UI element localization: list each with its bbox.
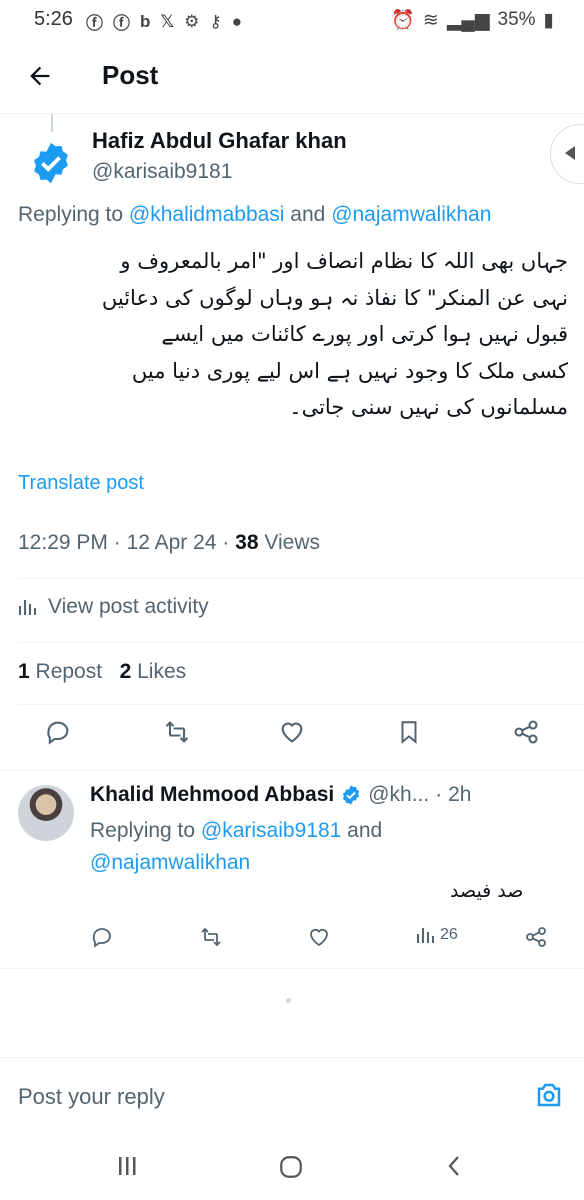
reply-header: Khalid Mehmood Abbasi @kh... · 2h <box>90 783 471 807</box>
divider <box>0 1057 584 1058</box>
status-bar: 5:26 ⓕ ⓕ b 𝕏 ⚙ ⚷ ● ⏰ ≋ ▂▄▆ 35% ▮ <box>0 0 584 40</box>
likes-count: 2 <box>119 660 132 683</box>
avatar[interactable] <box>18 785 74 841</box>
action-bar <box>0 718 584 758</box>
alarm-icon: ⏰ <box>391 10 415 31</box>
author-name[interactable]: Hafiz Abdul Ghafar khan <box>92 128 347 154</box>
settings-icon: ⚙ <box>184 11 200 31</box>
recent-apps-icon[interactable] <box>115 1154 139 1178</box>
notification-icons: ⓕ ⓕ b 𝕏 ⚙ ⚷ ● <box>86 9 242 34</box>
share-icon[interactable] <box>524 925 548 949</box>
wifi-icon: ≋ <box>422 9 439 31</box>
post-body-line: کسی ملک کا وجود نہیں ہے اس لیے پوری دنیا… <box>131 358 568 383</box>
reply-views[interactable]: 26 <box>416 925 458 945</box>
loading-indicator <box>286 998 291 1003</box>
like-icon[interactable] <box>307 925 331 949</box>
bookmark-icon[interactable] <box>396 718 422 746</box>
post-body-line: نہی عن المنکر" کا نفاذ نہ ہو وہاں لوگوں … <box>101 285 568 310</box>
key-icon: ⚷ <box>209 11 222 31</box>
post-meta: 12:29 PM · 12 Apr 24 · 38 Views <box>18 531 320 554</box>
analytics-icon <box>19 600 36 615</box>
divider <box>0 770 584 771</box>
battery-icon: ▮ <box>543 9 554 31</box>
reply-action-bar: 26 <box>0 925 584 957</box>
reply-replying-to: Replying to @karisaib9181 and @najamwalik… <box>90 819 383 874</box>
reply-author-handle[interactable]: @kh... <box>368 783 429 807</box>
views-count: 38 <box>235 531 259 554</box>
status-right: ⏰ ≋ ▂▄▆ 35% ▮ <box>391 8 554 32</box>
camera-icon[interactable] <box>534 1080 564 1110</box>
back-icon[interactable] <box>443 1154 467 1178</box>
facebook-icon: ⓕ <box>113 14 130 33</box>
reply-text: صد فیصد <box>450 880 524 902</box>
divider <box>18 578 584 579</box>
mention-link[interactable]: @khalidmabbasi <box>129 203 285 226</box>
reply-time: · 2h <box>435 783 472 806</box>
post-time: 12:29 PM <box>18 531 108 554</box>
like-icon[interactable] <box>278 718 306 746</box>
translate-post-link[interactable]: Translate post <box>18 472 144 495</box>
verified-badge-icon[interactable] <box>28 140 74 186</box>
page-title: Post <box>102 60 159 90</box>
post-body-line: جہاں بھی اللہ کا نظام انصاف اور "امر بال… <box>120 249 568 273</box>
divider <box>18 704 584 705</box>
chat-icon: ● <box>231 11 243 31</box>
repost-icon[interactable] <box>198 925 224 949</box>
system-nav-bar <box>0 1130 584 1200</box>
reply-author-name[interactable]: Khalid Mehmood Abbasi <box>90 783 334 807</box>
post-date: 12 Apr 24 <box>126 531 217 554</box>
view-activity-label: View post activity <box>48 595 209 618</box>
facebook-icon: ⓕ <box>86 14 103 33</box>
reply-views-count: 26 <box>440 926 458 943</box>
repost-icon[interactable] <box>162 718 192 746</box>
mention-link[interactable]: @najamwalikhan <box>90 851 250 874</box>
mention-link[interactable]: @najamwalikhan <box>331 203 491 226</box>
thread-line <box>51 114 53 132</box>
post-body-line: قبول نہیں ہوا کرتی اور پورے کائنات میں ا… <box>161 322 568 347</box>
post-body-line: مسلمانوں کی نہیں سنی جاتی۔ <box>289 395 568 420</box>
repost-count: 1 <box>18 660 30 683</box>
share-icon[interactable] <box>512 718 540 746</box>
battery-percent: 35% <box>497 9 536 30</box>
engagement-stats[interactable]: 1 Repost 2 Likes <box>18 660 186 684</box>
x-icon: 𝕏 <box>160 11 175 31</box>
b-icon: b <box>140 11 151 31</box>
chevron-left-icon <box>565 146 575 160</box>
back-arrow-icon[interactable] <box>26 62 54 90</box>
divider <box>0 968 584 969</box>
mention-link[interactable]: @karisaib9181 <box>201 819 341 842</box>
divider <box>18 642 584 643</box>
post-body: جہاں بھی اللہ کا نظام انصاف اور "امر بال… <box>18 243 568 426</box>
replying-to: Replying to @khalidmabbasi and @najamwal… <box>18 203 492 226</box>
home-icon[interactable] <box>278 1154 304 1180</box>
reply-icon[interactable] <box>44 718 72 746</box>
status-time: 5:26 <box>34 8 73 30</box>
reply-input[interactable]: Post your reply <box>18 1084 165 1110</box>
author-handle[interactable]: @karisaib9181 <box>92 160 232 184</box>
header: Post <box>0 40 584 114</box>
reply-icon[interactable] <box>90 925 114 949</box>
analytics-icon <box>417 928 434 943</box>
signal-icon: ▂▄▆ <box>446 9 490 31</box>
verified-badge-icon <box>343 785 360 805</box>
view-activity-link[interactable]: View post activity <box>18 595 209 619</box>
